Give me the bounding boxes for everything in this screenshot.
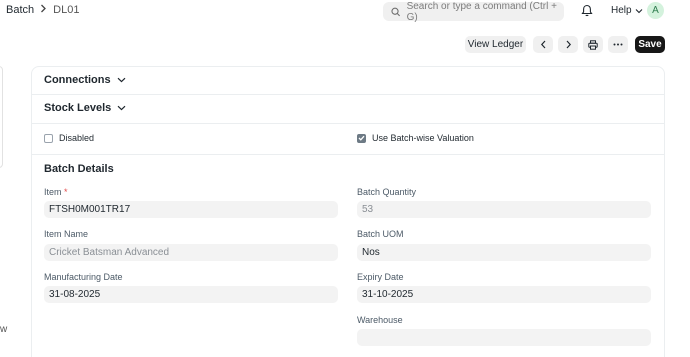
- chevron-right-icon: [40, 4, 47, 16]
- manufacturing-date-label: Manufacturing Date: [44, 272, 123, 282]
- checkbox-box-checked[interactable]: [357, 133, 366, 143]
- checkbox-box[interactable]: [44, 133, 53, 143]
- chevron-down-icon: [117, 105, 126, 111]
- checkmark-icon: [358, 135, 365, 141]
- section-divider: [32, 154, 664, 155]
- connections-section-toggle[interactable]: Connections: [44, 74, 126, 86]
- batch-uom-field[interactable]: Nos: [357, 244, 651, 261]
- item-field[interactable]: FTSH0M001TR17: [44, 201, 338, 218]
- search-placeholder: Search or type a command (Ctrl + G): [406, 0, 557, 23]
- sidebar-partial-text: w: [0, 324, 8, 335]
- avatar[interactable]: A: [647, 2, 664, 19]
- form-card: Connections Stock Levels Disabled Use Ba…: [31, 66, 665, 357]
- breadcrumb-batch[interactable]: Batch: [6, 4, 34, 16]
- printer-icon: [588, 39, 598, 50]
- chevron-right-icon: [566, 40, 571, 49]
- breadcrumb-current[interactable]: DL01: [53, 4, 79, 16]
- save-button[interactable]: Save: [635, 36, 665, 53]
- stock-levels-title: Stock Levels: [44, 102, 112, 114]
- item-label-text: Item: [44, 187, 62, 197]
- view-ledger-button[interactable]: View Ledger: [465, 36, 526, 53]
- disabled-checkbox[interactable]: Disabled: [44, 133, 94, 143]
- disabled-label: Disabled: [59, 133, 95, 143]
- search-input[interactable]: Search or type a command (Ctrl + G): [383, 0, 564, 23]
- expiry-date-label: Expiry Date: [357, 272, 404, 282]
- section-divider: [32, 123, 664, 124]
- batch-details-title: Batch Details: [44, 163, 114, 175]
- ellipsis-icon: [613, 43, 623, 46]
- batch-wise-valuation-label: Use Batch-wise Valuation: [372, 133, 474, 143]
- print-button[interactable]: [583, 36, 603, 53]
- help-label: Help: [611, 5, 632, 16]
- next-record-button[interactable]: [558, 36, 578, 53]
- expiry-date-field[interactable]: 31-10-2025: [357, 286, 651, 303]
- manufacturing-date-field[interactable]: 31-08-2025: [44, 286, 338, 303]
- previous-record-button[interactable]: [533, 36, 553, 53]
- search-icon: [391, 7, 400, 16]
- warehouse-field[interactable]: [357, 329, 651, 346]
- batch-wise-valuation-checkbox[interactable]: Use Batch-wise Valuation: [357, 133, 474, 143]
- breadcrumb: Batch DL01: [6, 4, 79, 16]
- warehouse-label: Warehouse: [357, 315, 403, 325]
- notifications-bell-icon[interactable]: [581, 4, 593, 20]
- top-navbar: Batch DL01 Search or type a command (Ctr…: [0, 0, 690, 24]
- item-name-field[interactable]: Cricket Batsman Advanced: [44, 244, 338, 261]
- chevron-left-icon: [540, 40, 545, 49]
- chevron-down-icon: [635, 8, 642, 13]
- chevron-down-icon: [117, 77, 126, 83]
- help-dropdown[interactable]: Help: [611, 5, 643, 16]
- item-label: Item *: [44, 187, 68, 197]
- stock-levels-section-toggle[interactable]: Stock Levels: [44, 102, 126, 114]
- batch-uom-label: Batch UOM: [357, 229, 404, 239]
- required-mark: *: [64, 187, 68, 197]
- more-actions-button[interactable]: [608, 36, 628, 53]
- sidebar-panel-edge: [0, 66, 3, 168]
- batch-quantity-field[interactable]: 53: [357, 201, 651, 218]
- section-divider: [32, 94, 664, 95]
- batch-quantity-label: Batch Quantity: [357, 187, 417, 197]
- connections-title: Connections: [44, 74, 111, 86]
- item-name-label: Item Name: [44, 229, 89, 239]
